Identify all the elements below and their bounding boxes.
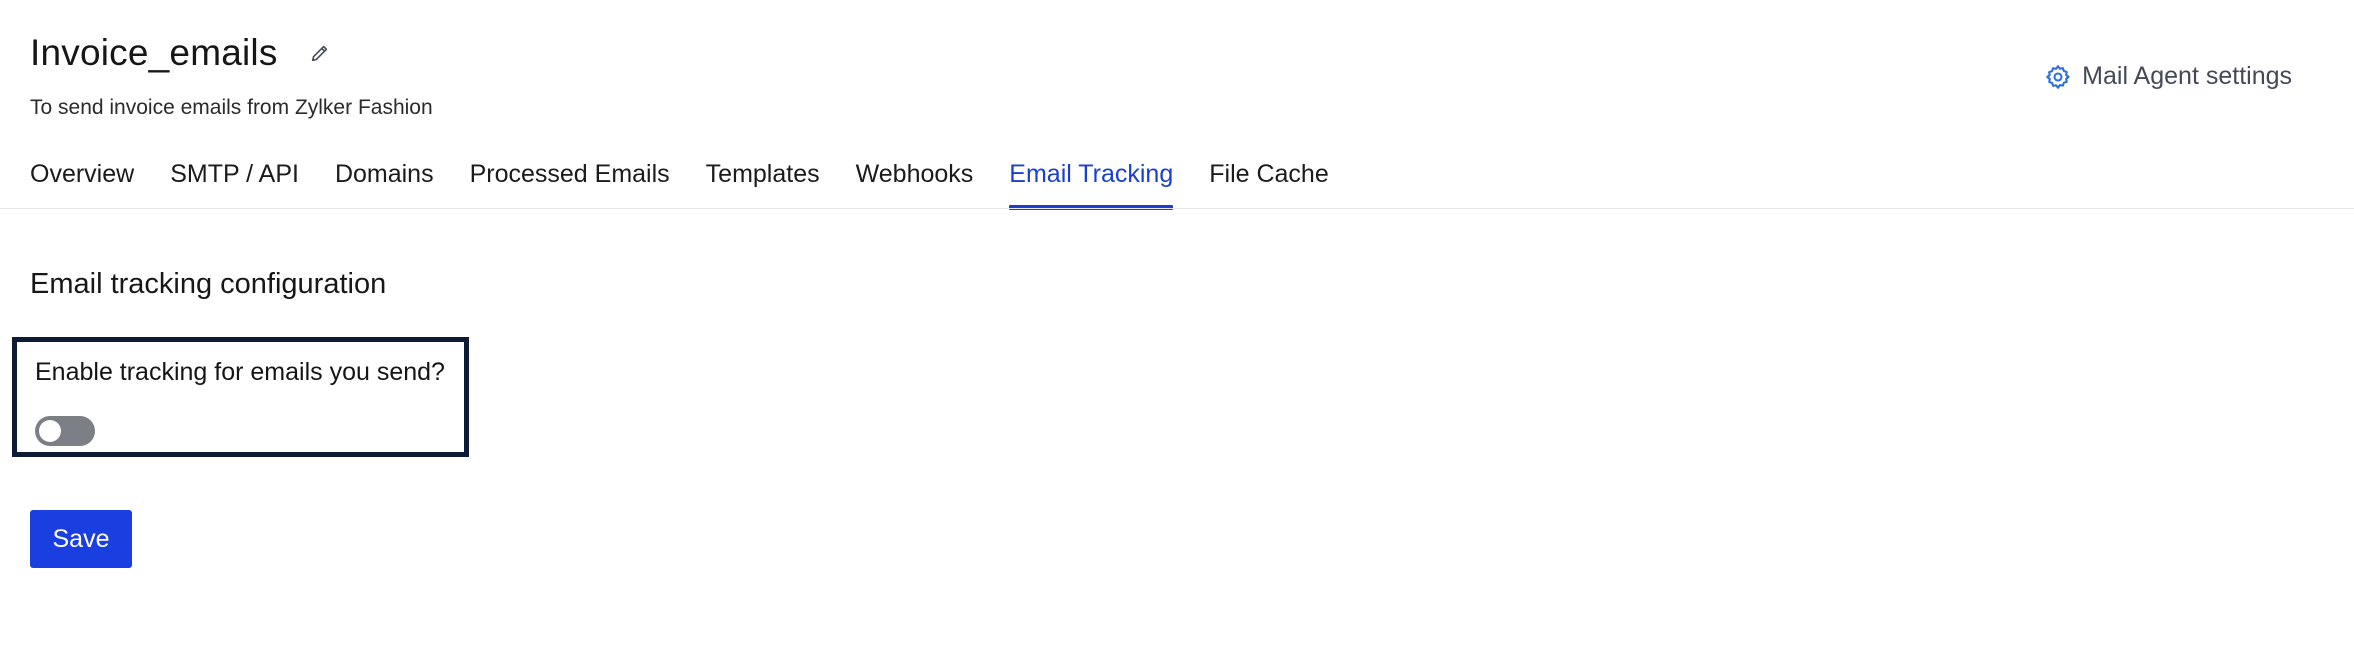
tracking-question-label: Enable tracking for emails you send? (35, 358, 445, 386)
section-title: Email tracking configuration (30, 268, 387, 300)
tab-templates[interactable]: Templates (706, 160, 820, 210)
tab-smtp-api[interactable]: SMTP / API (170, 160, 299, 210)
tabs-divider (0, 208, 2354, 209)
page: Invoice_emails To send invoice emails fr… (0, 0, 2354, 648)
tracking-toggle[interactable] (35, 416, 95, 446)
page-title: Invoice_emails (30, 32, 278, 73)
toggle-knob (39, 420, 61, 442)
mail-agent-settings-label: Mail Agent settings (2082, 62, 2292, 90)
save-button[interactable]: Save (30, 510, 132, 568)
gear-icon (2044, 63, 2072, 91)
tab-webhooks[interactable]: Webhooks (856, 160, 974, 210)
tab-file-cache[interactable]: File Cache (1209, 160, 1329, 210)
tab-email-tracking[interactable]: Email Tracking (1009, 160, 1173, 210)
title-row: Invoice_emails (30, 32, 332, 74)
pencil-icon[interactable] (308, 41, 332, 65)
tab-bar: Overview SMTP / API Domains Processed Em… (30, 160, 1365, 210)
tracking-setting-box: Enable tracking for emails you send? (12, 337, 469, 457)
tab-overview[interactable]: Overview (30, 160, 134, 210)
page-subtitle: To send invoice emails from Zylker Fashi… (30, 96, 433, 119)
mail-agent-settings-link[interactable]: Mail Agent settings (2044, 62, 2292, 91)
tab-processed-emails[interactable]: Processed Emails (470, 160, 670, 210)
tab-domains[interactable]: Domains (335, 160, 434, 210)
